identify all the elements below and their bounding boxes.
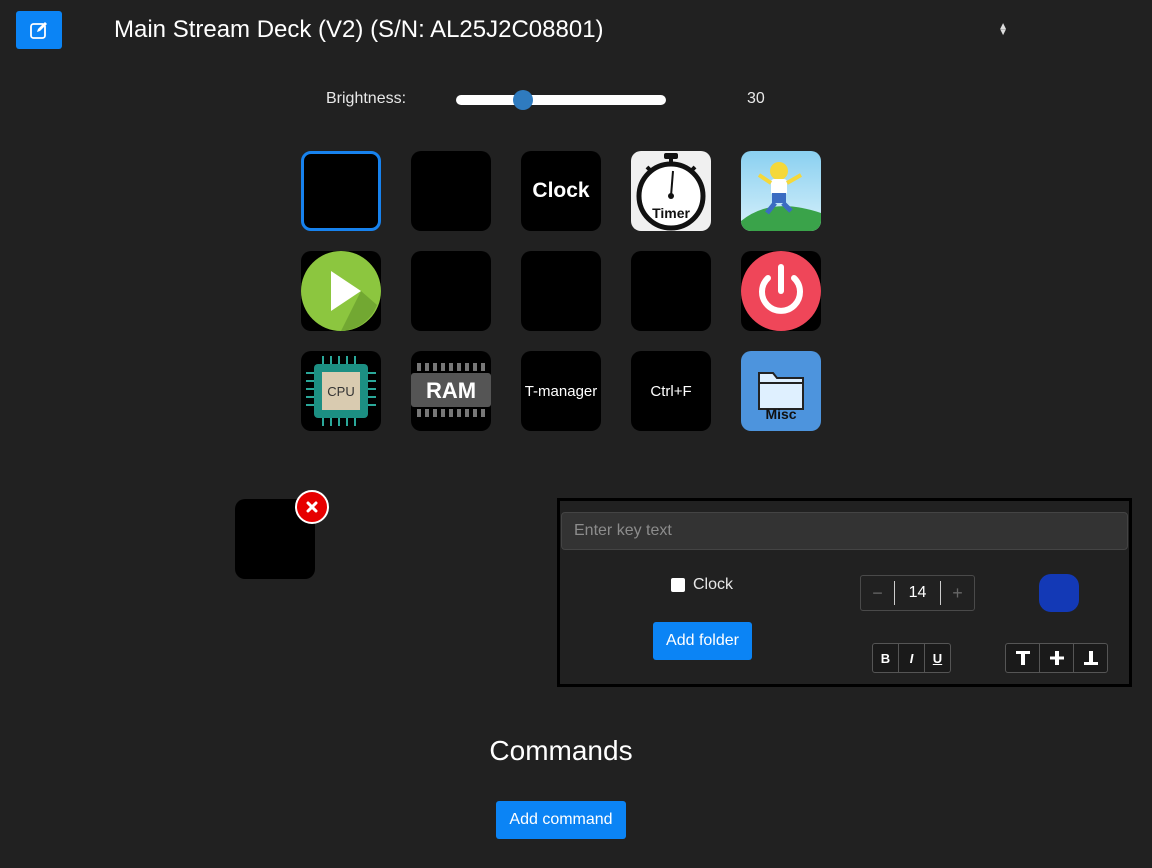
- sort-arrows-icon: ▲ ▼: [998, 21, 1008, 38]
- bold-button[interactable]: B: [873, 644, 899, 672]
- deck-key-2[interactable]: [411, 151, 491, 231]
- align-top-button[interactable]: [1006, 644, 1040, 672]
- commands-heading: Commands: [489, 735, 633, 766]
- deck-key-play[interactable]: [301, 251, 381, 331]
- font-size-stepper[interactable]: − 14 +: [860, 575, 975, 611]
- brightness-slider-thumb[interactable]: [513, 90, 533, 110]
- font-size-decrement[interactable]: −: [861, 583, 894, 604]
- deck-key-1[interactable]: [301, 151, 381, 231]
- align-bottom-icon: [1083, 651, 1098, 665]
- deck-key-clock[interactable]: Clock: [521, 151, 601, 231]
- italic-button[interactable]: I: [899, 644, 925, 672]
- text-color-picker[interactable]: [1039, 574, 1079, 612]
- clock-option[interactable]: Clock: [671, 576, 733, 594]
- deck-key-misc-folder[interactable]: Misc: [741, 351, 821, 431]
- add-folder-button[interactable]: Add folder: [653, 622, 752, 660]
- add-command-button[interactable]: Add command: [496, 801, 626, 839]
- power-icon: [741, 251, 821, 331]
- homer-simpson-image: [741, 162, 821, 231]
- text-style-group: B I U: [872, 643, 951, 673]
- device-select[interactable]: Main Stream Deck (V2) (S/N: AL25J2C08801…: [104, 10, 1024, 50]
- device-select-label: Main Stream Deck (V2) (S/N: AL25J2C08801…: [114, 16, 604, 43]
- key-label: Ctrl+F: [650, 382, 692, 400]
- deck-key-power[interactable]: [741, 251, 821, 331]
- key-label: Clock: [532, 179, 590, 202]
- key-label: CPU: [327, 383, 355, 399]
- clock-label: Clock: [693, 576, 734, 593]
- key-text-input[interactable]: [561, 512, 1128, 550]
- deck-key-homer[interactable]: [741, 151, 821, 231]
- deck-key-ctrlf[interactable]: Ctrl+F: [631, 351, 711, 431]
- key-label: T-manager: [524, 382, 598, 400]
- clock-checkbox[interactable]: [671, 578, 685, 592]
- deck-key-ram[interactable]: RAM: [411, 351, 491, 431]
- deck-key-cpu[interactable]: CPU: [301, 351, 381, 431]
- font-size-value[interactable]: 14: [894, 581, 941, 605]
- align-middle-button[interactable]: [1040, 644, 1074, 672]
- brightness-slider[interactable]: [456, 95, 666, 105]
- underline-button[interactable]: U: [925, 644, 950, 672]
- font-size-increment[interactable]: +: [941, 583, 974, 604]
- key-label: RAM: [425, 378, 477, 403]
- align-middle-icon: [1049, 651, 1064, 665]
- deck-key-timer[interactable]: Timer: [631, 151, 711, 231]
- deck-key-tmanager[interactable]: T-manager: [521, 351, 601, 431]
- deck-key-6[interactable]: [411, 251, 491, 331]
- brightness-label: Brightness:: [326, 90, 407, 107]
- edit-button[interactable]: [16, 11, 62, 49]
- close-icon: [306, 501, 318, 513]
- deck-key-8[interactable]: [631, 251, 711, 331]
- vertical-align-group: [1005, 643, 1108, 673]
- align-bottom-button[interactable]: [1074, 644, 1107, 672]
- brightness-value: 30: [747, 90, 765, 107]
- deck-key-7[interactable]: [521, 251, 601, 331]
- align-top-icon: [1015, 651, 1030, 665]
- play-icon: [301, 251, 381, 331]
- key-label: Timer: [652, 205, 690, 221]
- edit-square-icon: [30, 22, 47, 39]
- delete-key-button[interactable]: [295, 490, 329, 524]
- key-label: Misc: [765, 406, 797, 422]
